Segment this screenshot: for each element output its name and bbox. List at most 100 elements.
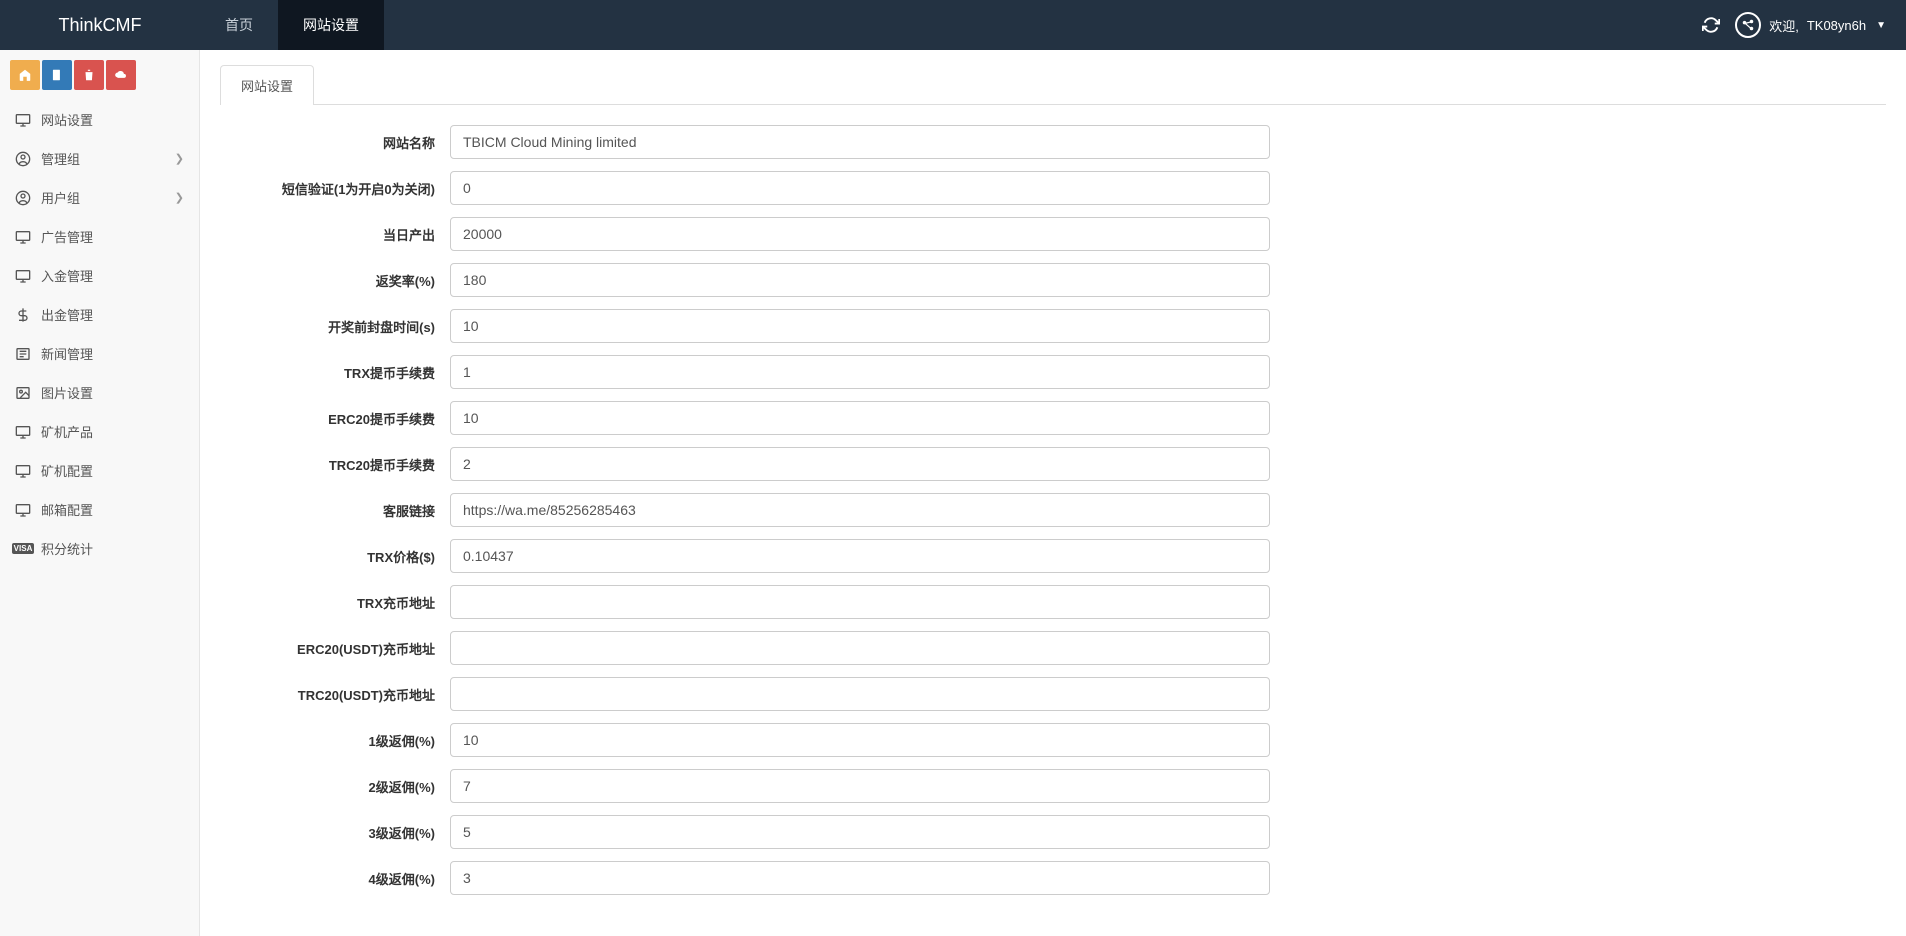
form-input-1[interactable]: [450, 171, 1270, 205]
copy-button[interactable]: [42, 60, 72, 90]
form-input-10[interactable]: [450, 585, 1270, 619]
form-input-15[interactable]: [450, 815, 1270, 849]
tab-site-settings[interactable]: 网站设置: [220, 65, 314, 105]
sidebar-item-label: 管理组: [41, 149, 80, 168]
sidebar-item-1[interactable]: 管理组 ❯: [0, 139, 199, 178]
form-row-12: TRC20(USDT)充币地址: [220, 677, 1886, 711]
refresh-icon[interactable]: [1702, 16, 1720, 34]
form-input-3[interactable]: [450, 263, 1270, 297]
form-label: 当日产出: [220, 225, 450, 244]
form-row-9: TRX价格($): [220, 539, 1886, 573]
form-input-8[interactable]: [450, 493, 1270, 527]
form-label: ERC20提币手续费: [220, 409, 450, 428]
main-layout: 网站设置管理组 ❯ 用户组 ❯ 广告管理入金管理出金管理新闻管理图片设置矿机产品矿机配置…: [0, 50, 1906, 936]
tabs: 网站设置: [220, 65, 1886, 105]
form-row-4: 开奖前封盘时间(s): [220, 309, 1886, 343]
sidebar-item-label: 用户组: [41, 188, 80, 207]
form-input-6[interactable]: [450, 401, 1270, 435]
home-button[interactable]: [10, 60, 40, 90]
monitor-icon: [15, 112, 31, 128]
dollar-icon: [15, 307, 31, 323]
sidebar-item-9[interactable]: 矿机配置: [0, 451, 199, 490]
sidebar-item-3[interactable]: 广告管理: [0, 217, 199, 256]
monitor-icon: [15, 502, 31, 518]
form-label: 短信验证(1为开启0为关闭): [220, 179, 450, 198]
form-row-16: 4级返佣(%): [220, 861, 1886, 895]
form-row-15: 3级返佣(%): [220, 815, 1886, 849]
delete-button[interactable]: [74, 60, 104, 90]
form-label: TRX价格($): [220, 547, 450, 566]
form-row-8: 客服链接: [220, 493, 1886, 527]
sidebar-item-label: 图片设置: [41, 383, 93, 402]
cloud-button[interactable]: [106, 60, 136, 90]
brand-logo[interactable]: ThinkCMF: [0, 15, 200, 36]
form-row-3: 返奖率(%): [220, 263, 1886, 297]
news-icon: [15, 346, 31, 362]
topbar-right: 欢迎, TK08yn6h ▼: [1702, 12, 1906, 38]
monitor-icon: [15, 268, 31, 284]
sidebar-item-label: 广告管理: [41, 227, 93, 246]
form-label: TRX充币地址: [220, 593, 450, 612]
form-input-5[interactable]: [450, 355, 1270, 389]
sidebar-menu: 网站设置管理组 ❯ 用户组 ❯ 广告管理入金管理出金管理新闻管理图片设置矿机产品矿机配置…: [0, 100, 199, 568]
form-row-10: TRX充币地址: [220, 585, 1886, 619]
form-input-2[interactable]: [450, 217, 1270, 251]
form-row-0: 网站名称: [220, 125, 1886, 159]
user-menu[interactable]: 欢迎, TK08yn6h ▼: [1735, 12, 1886, 38]
sidebar-item-6[interactable]: 新闻管理: [0, 334, 199, 373]
form-row-6: ERC20提币手续费: [220, 401, 1886, 435]
caret-down-icon: ▼: [1876, 20, 1886, 31]
form-label: 返奖率(%): [220, 271, 450, 290]
form-label: 4级返佣(%): [220, 869, 450, 888]
sidebar-item-label: 矿机配置: [41, 461, 93, 480]
sidebar-item-11[interactable]: VISA积分统计: [0, 529, 199, 568]
monitor-icon: [15, 424, 31, 440]
form-row-13: 1级返佣(%): [220, 723, 1886, 757]
form-label: ERC20(USDT)充币地址: [220, 639, 450, 658]
chevron-right-icon: ❯: [175, 152, 184, 165]
sidebar-item-10[interactable]: 邮箱配置: [0, 490, 199, 529]
sidebar-item-8[interactable]: 矿机产品: [0, 412, 199, 451]
form-input-12[interactable]: [450, 677, 1270, 711]
sidebar-item-0[interactable]: 网站设置: [0, 100, 199, 139]
image-icon: [15, 385, 31, 401]
form-row-1: 短信验证(1为开启0为关闭): [220, 171, 1886, 205]
form-row-14: 2级返佣(%): [220, 769, 1886, 803]
user-name: TK08yn6h: [1807, 18, 1866, 33]
settings-form: 网站名称短信验证(1为开启0为关闭) 当日产出返奖率(%) 开奖前封盘时间(s) TR…: [220, 125, 1886, 895]
form-input-9[interactable]: [450, 539, 1270, 573]
form-label: 网站名称: [220, 133, 450, 152]
sidebar-item-5[interactable]: 出金管理: [0, 295, 199, 334]
user-circle-icon: [15, 190, 31, 206]
form-input-4[interactable]: [450, 309, 1270, 343]
monitor-icon: [15, 463, 31, 479]
form-input-0[interactable]: [450, 125, 1270, 159]
nav-site-settings[interactable]: 网站设置: [278, 0, 384, 50]
form-label: 3级返佣(%): [220, 823, 450, 842]
form-label: 1级返佣(%): [220, 731, 450, 750]
sidebar-item-7[interactable]: 图片设置: [0, 373, 199, 412]
sidebar-item-4[interactable]: 入金管理: [0, 256, 199, 295]
form-row-7: TRC20提币手续费: [220, 447, 1886, 481]
form-input-7[interactable]: [450, 447, 1270, 481]
form-input-16[interactable]: [450, 861, 1270, 895]
form-input-11[interactable]: [450, 631, 1270, 665]
user-circle-icon: [15, 151, 31, 167]
sidebar-quick-buttons: [0, 50, 199, 100]
sidebar-item-label: 矿机产品: [41, 422, 93, 441]
sidebar-item-label: 网站设置: [41, 110, 93, 129]
user-avatar-icon: [1735, 12, 1761, 38]
chevron-right-icon: ❯: [175, 191, 184, 204]
form-input-14[interactable]: [450, 769, 1270, 803]
content-area: 网站设置 网站名称短信验证(1为开启0为关闭) 当日产出返奖率(%) 开奖前封盘时间…: [200, 50, 1906, 936]
visa-icon: VISA: [15, 543, 31, 554]
nav-home[interactable]: 首页: [200, 0, 278, 50]
form-input-13[interactable]: [450, 723, 1270, 757]
user-greeting: 欢迎,: [1769, 16, 1799, 35]
form-label: TRC20(USDT)充币地址: [220, 685, 450, 704]
sidebar-item-2[interactable]: 用户组 ❯: [0, 178, 199, 217]
sidebar-item-label: 出金管理: [41, 305, 93, 324]
top-nav: 首页 网站设置: [200, 0, 384, 50]
sidebar-item-label: 新闻管理: [41, 344, 93, 363]
form-label: TRX提币手续费: [220, 363, 450, 382]
